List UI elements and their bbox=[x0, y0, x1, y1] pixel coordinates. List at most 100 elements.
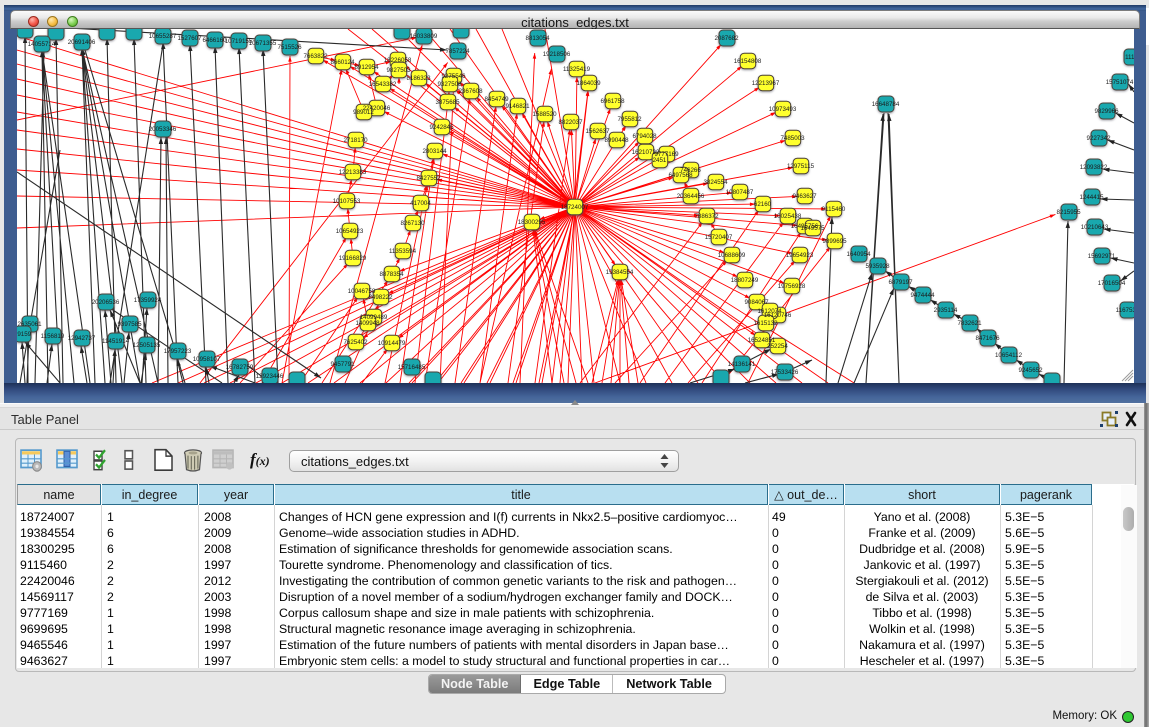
svg-text:9242845: 9242845 bbox=[429, 124, 454, 131]
svg-text:2803144: 2803144 bbox=[422, 148, 447, 155]
svg-text:18807249: 18807249 bbox=[731, 277, 759, 284]
svg-text:8990448: 8990448 bbox=[604, 137, 629, 144]
svg-text:62160: 62160 bbox=[754, 201, 772, 208]
svg-text:1562637: 1562637 bbox=[585, 128, 610, 135]
svg-text:19384554: 19384554 bbox=[606, 269, 634, 276]
svg-text:7515526: 7515526 bbox=[277, 44, 302, 51]
svg-text:7832621: 7832621 bbox=[957, 320, 982, 327]
svg-text:12213383: 12213383 bbox=[339, 169, 367, 176]
svg-text:15716485: 15716485 bbox=[398, 364, 426, 371]
svg-text:8878354: 8878354 bbox=[379, 271, 404, 278]
svg-text:20691406: 20691406 bbox=[68, 39, 96, 46]
svg-text:1156819: 1156819 bbox=[41, 333, 65, 340]
svg-text:6497568: 6497568 bbox=[668, 172, 693, 179]
svg-text:5935928: 5935928 bbox=[865, 263, 890, 270]
svg-text:9115460: 9115460 bbox=[822, 206, 846, 213]
svg-text:12093822: 12093822 bbox=[1080, 164, 1108, 171]
svg-text:1588520: 1588520 bbox=[532, 111, 557, 118]
svg-text:2718170: 2718170 bbox=[343, 137, 368, 144]
svg-text:1527607: 1527607 bbox=[177, 35, 202, 42]
svg-text:1864039: 1864039 bbox=[576, 80, 601, 87]
svg-text:39159: 39159 bbox=[17, 331, 32, 338]
svg-text:7886372: 7886372 bbox=[694, 213, 719, 220]
svg-text:7663822: 7663822 bbox=[303, 53, 328, 60]
svg-text:6794028: 6794028 bbox=[632, 133, 657, 140]
svg-text:10958107: 10958107 bbox=[193, 356, 221, 363]
svg-text:9474444: 9474444 bbox=[910, 292, 935, 299]
svg-text:16154808: 16154808 bbox=[734, 58, 762, 65]
svg-text:2367608: 2367608 bbox=[458, 88, 483, 95]
svg-text:8813054: 8813054 bbox=[525, 35, 550, 42]
svg-text:19654923: 19654923 bbox=[786, 252, 814, 259]
svg-text:9327508: 9327508 bbox=[437, 81, 462, 88]
svg-text:12213967: 12213967 bbox=[752, 80, 780, 87]
svg-text:10654923: 10654923 bbox=[336, 228, 364, 235]
svg-text:7955812: 7955812 bbox=[617, 116, 642, 123]
svg-text:8454749: 8454749 bbox=[484, 96, 509, 103]
svg-text:10654112: 10654112 bbox=[995, 352, 1023, 359]
svg-text:16648784: 16648784 bbox=[872, 101, 900, 108]
svg-text:9463627: 9463627 bbox=[792, 193, 817, 200]
svg-text:17533426: 17533426 bbox=[771, 369, 799, 376]
svg-text:10655287: 10655287 bbox=[149, 33, 177, 40]
svg-text:12942737: 12942737 bbox=[68, 335, 96, 342]
svg-text:16033809: 16033809 bbox=[410, 33, 438, 40]
svg-text:7857224: 7857224 bbox=[445, 48, 470, 55]
svg-text:10914479: 10914479 bbox=[378, 340, 406, 347]
svg-text:20206536: 20206536 bbox=[92, 299, 120, 306]
svg-text:15692971: 15692971 bbox=[1088, 253, 1116, 260]
svg-text:20053346: 20053346 bbox=[149, 126, 177, 133]
svg-text:2935114: 2935114 bbox=[934, 307, 958, 314]
svg-text:1615132: 1615132 bbox=[753, 320, 778, 327]
svg-text:9275546: 9275546 bbox=[441, 73, 466, 80]
svg-text:1244415: 1244415 bbox=[1079, 194, 1104, 201]
svg-text:12923446: 12923446 bbox=[256, 373, 284, 380]
svg-text:8186323: 8186323 bbox=[406, 75, 431, 82]
svg-text:10688609: 10688609 bbox=[718, 252, 746, 259]
svg-text:9899695: 9899695 bbox=[822, 238, 847, 245]
svg-text:6879197: 6879197 bbox=[888, 279, 913, 286]
svg-text:10210643: 10210643 bbox=[1081, 224, 1109, 231]
svg-text:8267130: 8267130 bbox=[400, 220, 425, 227]
svg-text:2087682: 2087682 bbox=[714, 35, 739, 42]
svg-text:6466160: 6466160 bbox=[202, 37, 227, 44]
svg-text:10973493: 10973493 bbox=[769, 106, 797, 113]
svg-text:12505135: 12505135 bbox=[133, 342, 161, 349]
svg-text:2635061: 2635061 bbox=[17, 321, 42, 328]
svg-text:9457791: 9457791 bbox=[330, 361, 355, 368]
svg-text:18226058: 18226058 bbox=[384, 57, 412, 64]
svg-text:8660124: 8660124 bbox=[330, 59, 355, 66]
svg-text:11353594: 11353594 bbox=[389, 248, 417, 255]
svg-text:17957223: 17957223 bbox=[164, 348, 192, 355]
svg-text:17016504: 17016504 bbox=[1098, 280, 1126, 287]
svg-text:8427552: 8427552 bbox=[416, 175, 441, 182]
svg-text:2451: 2451 bbox=[653, 157, 667, 164]
svg-text:11451914: 11451914 bbox=[102, 338, 130, 345]
svg-text:1112: 1112 bbox=[1125, 54, 1134, 61]
svg-text:1409948: 1409948 bbox=[355, 320, 380, 327]
svg-text:1167533: 1167533 bbox=[1116, 307, 1134, 314]
svg-text:9245652: 9245652 bbox=[1018, 367, 1043, 374]
svg-text:16543382: 16543382 bbox=[369, 81, 397, 88]
svg-text:14055714: 14055714 bbox=[28, 41, 56, 48]
svg-text:12975115: 12975115 bbox=[787, 163, 815, 170]
svg-text:6961758: 6961758 bbox=[600, 98, 625, 105]
svg-text:8822037: 8822037 bbox=[558, 119, 583, 126]
svg-text:11325419: 11325419 bbox=[563, 66, 591, 73]
svg-text:15751074: 15751074 bbox=[1106, 79, 1134, 86]
svg-text:7625402: 7625402 bbox=[343, 339, 368, 346]
svg-text:19756928: 19756928 bbox=[778, 283, 806, 290]
svg-text:989012: 989012 bbox=[353, 109, 374, 116]
svg-text:19218506: 19218506 bbox=[543, 51, 571, 58]
svg-text:15720407: 15720407 bbox=[705, 234, 733, 241]
svg-text:9827503: 9827503 bbox=[386, 67, 411, 74]
svg-text:10671355: 10671355 bbox=[249, 40, 277, 47]
svg-text:7485003: 7485003 bbox=[780, 135, 805, 142]
svg-text:17359924: 17359924 bbox=[134, 297, 162, 304]
svg-text:9829966: 9829966 bbox=[1094, 108, 1119, 115]
svg-text:18300295: 18300295 bbox=[518, 219, 546, 226]
svg-text:252254: 252254 bbox=[767, 343, 788, 350]
svg-text:417004: 417004 bbox=[410, 200, 431, 207]
svg-text:1612074: 1612074 bbox=[757, 308, 782, 315]
svg-text:9084067: 9084067 bbox=[744, 299, 769, 306]
